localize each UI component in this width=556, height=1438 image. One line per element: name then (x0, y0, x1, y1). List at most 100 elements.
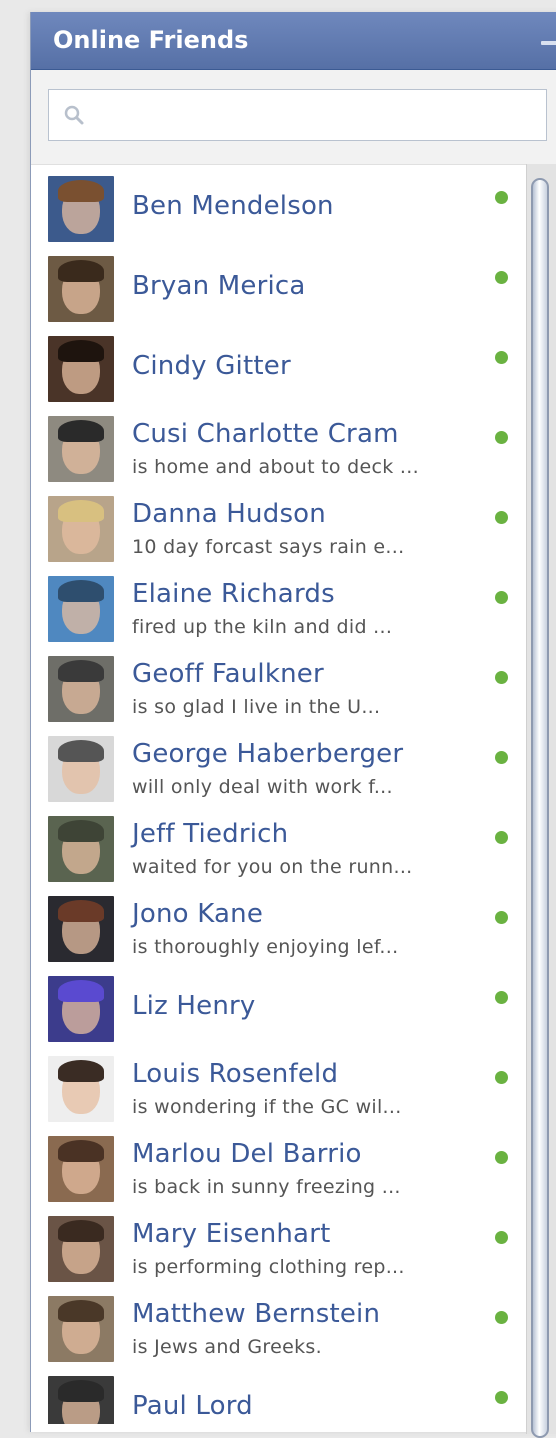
friend-row[interactable]: George Haberberger will only deal with wo… (31, 724, 526, 804)
friend-row[interactable]: Elaine Richards fired up the kiln and did… (31, 564, 526, 644)
friend-row[interactable]: Liz Henry (31, 964, 526, 1044)
friend-status: fired up the kiln and did ... (132, 616, 393, 638)
scrollbar-thumb[interactable] (531, 178, 549, 1438)
avatar[interactable] (48, 256, 114, 322)
friend-name[interactable]: Bryan Merica (132, 271, 306, 301)
friend-name[interactable]: Cindy Gitter (132, 351, 291, 381)
friend-row[interactable]: Paul Lord (31, 1364, 526, 1424)
friend-status: is wondering if the GC wil... (132, 1096, 402, 1118)
online-status-icon (495, 831, 508, 844)
avatar[interactable] (48, 976, 114, 1042)
friend-name[interactable]: Marlou Del Barrio (132, 1139, 362, 1169)
friend-status: is performing clothing rep... (132, 1256, 405, 1278)
friend-row[interactable]: Jeff Tiedrich waited for you on the runn.… (31, 804, 526, 884)
friend-row[interactable]: Cusi Charlotte Cram is home and about to … (31, 404, 526, 484)
friend-row[interactable]: Ben Mendelson (31, 164, 526, 244)
avatar-hair (58, 500, 104, 522)
online-status-icon (495, 1391, 508, 1404)
avatar-hair (58, 820, 104, 842)
friend-name[interactable]: Paul Lord (132, 1391, 253, 1421)
panel-titlebar[interactable]: Online Friends (31, 12, 556, 70)
search-box[interactable] (48, 89, 547, 142)
online-status-icon (495, 351, 508, 364)
friend-status: 10 day forcast says rain e... (132, 536, 405, 558)
avatar-hair (58, 660, 104, 682)
avatar-hair (58, 1220, 104, 1242)
search-icon (64, 105, 84, 125)
avatar[interactable] (48, 176, 114, 242)
online-status-icon (495, 751, 508, 764)
friend-row[interactable]: Marlou Del Barrio is back in sunny freezi… (31, 1124, 526, 1204)
avatar[interactable] (48, 816, 114, 882)
scrollbar[interactable] (526, 164, 556, 1438)
friend-row[interactable]: Jono Kane is thoroughly enjoying lef... (31, 884, 526, 964)
avatar[interactable] (48, 1056, 114, 1122)
avatar-hair (58, 420, 104, 442)
online-status-icon (495, 431, 508, 444)
online-status-icon (495, 271, 508, 284)
friend-status: will only deal with work f... (132, 776, 393, 798)
friend-name[interactable]: George Haberberger (132, 739, 403, 769)
avatar-hair (58, 1060, 104, 1082)
avatar-hair (58, 1380, 104, 1402)
friend-row[interactable]: Mary Eisenhart is performing clothing rep… (31, 1204, 526, 1284)
avatar[interactable] (48, 496, 114, 562)
friend-status: is Jews and Greeks. (132, 1336, 322, 1358)
avatar[interactable] (48, 656, 114, 722)
online-friends-panel: Online Friends Ben Mendelson Bryan Merica… (30, 12, 556, 1438)
search-input[interactable] (89, 90, 533, 142)
search-area (31, 70, 556, 165)
friend-row[interactable]: Bryan Merica (31, 244, 526, 324)
friend-row[interactable]: Louis Rosenfeld is wondering if the GC wi… (31, 1044, 526, 1124)
avatar-hair (58, 900, 104, 922)
avatar[interactable] (48, 896, 114, 962)
avatar[interactable] (48, 1216, 114, 1282)
avatar-hair (58, 260, 104, 282)
avatar-hair (58, 740, 104, 762)
online-status-icon (495, 191, 508, 204)
friend-status: waited for you on the runn... (132, 856, 413, 878)
avatar[interactable] (48, 416, 114, 482)
avatar[interactable] (48, 736, 114, 802)
friend-status: is so glad I live in the U... (132, 696, 381, 718)
online-status-icon (495, 1151, 508, 1164)
friend-name[interactable]: Louis Rosenfeld (132, 1059, 338, 1089)
friend-name[interactable]: Geoff Faulkner (132, 659, 324, 689)
friend-row[interactable]: Danna Hudson 10 day forcast says rain e..… (31, 484, 526, 564)
friend-list: Ben Mendelson Bryan Merica Cindy Gitter Cus… (31, 164, 526, 1424)
avatar[interactable] (48, 576, 114, 642)
friend-name[interactable]: Danna Hudson (132, 499, 326, 529)
avatar-hair (58, 980, 104, 1002)
avatar-hair (58, 1300, 104, 1322)
avatar[interactable] (48, 336, 114, 402)
online-status-icon (495, 1071, 508, 1084)
friend-row[interactable]: Matthew Bernstein is Jews and Greeks. (31, 1284, 526, 1364)
friend-name[interactable]: Jono Kane (132, 899, 263, 929)
minimize-icon[interactable] (541, 41, 556, 45)
online-status-icon (495, 991, 508, 1004)
friend-name[interactable]: Matthew Bernstein (132, 1299, 380, 1329)
online-status-icon (495, 671, 508, 684)
avatar-hair (58, 580, 104, 602)
friend-name[interactable]: Elaine Richards (132, 579, 335, 609)
friend-status: is home and about to deck ... (132, 456, 419, 478)
avatar[interactable] (48, 1136, 114, 1202)
online-status-icon (495, 1311, 508, 1324)
panel-title: Online Friends (53, 26, 249, 54)
online-status-icon (495, 591, 508, 604)
friend-name[interactable]: Jeff Tiedrich (132, 819, 288, 849)
friend-name[interactable]: Ben Mendelson (132, 191, 334, 221)
friend-row[interactable]: Geoff Faulkner is so glad I live in the U… (31, 644, 526, 724)
avatar-hair (58, 340, 104, 362)
friend-name[interactable]: Mary Eisenhart (132, 1219, 330, 1249)
online-status-icon (495, 511, 508, 524)
friend-name[interactable]: Cusi Charlotte Cram (132, 419, 399, 449)
online-status-icon (495, 911, 508, 924)
avatar[interactable] (48, 1296, 114, 1362)
avatar-hair (58, 180, 104, 202)
friend-row[interactable]: Cindy Gitter (31, 324, 526, 404)
friend-status: is back in sunny freezing ... (132, 1176, 401, 1198)
friend-name[interactable]: Liz Henry (132, 991, 256, 1021)
avatar[interactable] (48, 1376, 114, 1424)
avatar-hair (58, 1140, 104, 1162)
